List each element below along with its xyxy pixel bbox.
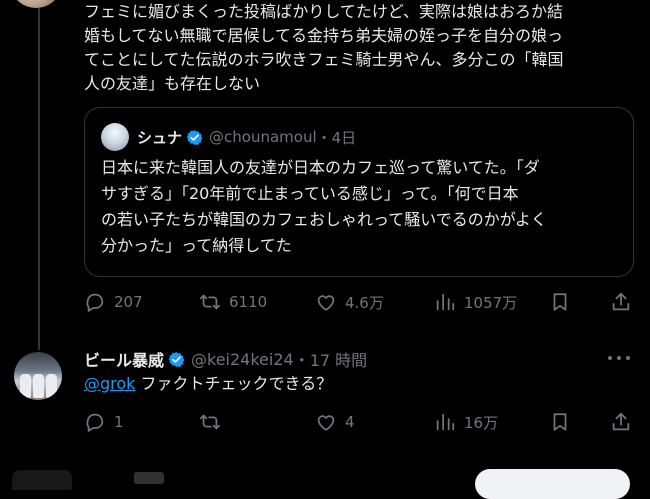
like-count: 4 [345,413,355,431]
author-avatar[interactable] [12,0,60,8]
next-post-avatar[interactable] [12,470,72,490]
reply-time[interactable]: ・17 時間 [294,347,367,371]
reply-icon [86,413,104,432]
verified-icon [186,129,203,145]
repost-button[interactable] [199,411,229,433]
like-button[interactable]: 4.6万 [315,291,384,313]
quoted-avatar[interactable] [101,123,129,151]
views-button[interactable]: 1057万 [434,291,517,313]
reply-avatar[interactable] [14,352,62,400]
bookmark-icon [553,293,567,311]
share-icon [612,412,630,431]
quoted-post[interactable]: シュナ @chounamoul ・4日 日本に来た韓国人の友達が日本のカフェ巡っ… [84,107,634,277]
reply-actions: 1 4 16万 [84,410,644,434]
bookmark-icon [553,413,567,431]
repost-button[interactable]: 6110 [199,291,267,313]
next-post-header-fragment [134,472,164,484]
more-icon[interactable] [608,356,630,362]
quoted-time[interactable]: ・4日 [317,127,357,148]
post-actions: 207 6110 4.6万 1057万 [84,290,644,314]
quoted-handle[interactable]: @chounamoul [209,128,317,146]
reply-author-name[interactable]: ビール暴威 [84,347,164,371]
post-text: フェミに媚びまくった投稿ばかりしてたけど、実際は娘はおろか結 婚もしてない無職で… [84,2,564,93]
like-icon [317,295,335,311]
quoted-author-name[interactable]: シュナ [137,127,182,148]
repost-icon [199,414,221,430]
reply-icon [86,293,104,312]
quoted-text: 日本に来た韓国人の友達が日本のカフェ巡って驚いてた。「ダ サすぎる」「20年前で… [101,158,547,255]
thread-line [38,0,40,350]
reply-text: ファクトチェックできる？ [135,374,333,393]
views-count: 16万 [464,413,499,432]
bookmark-button[interactable] [549,291,579,313]
like-button[interactable]: 4 [315,411,355,433]
share-button[interactable] [610,291,640,313]
like-count: 4.6万 [345,293,384,312]
verified-icon [168,351,185,367]
next-post-button[interactable] [475,469,630,499]
views-button[interactable]: 16万 [434,411,498,433]
reply-button[interactable]: 207 [84,291,143,313]
like-icon [317,415,335,431]
mention-link[interactable]: @grok [84,374,135,393]
reply-count: 1 [114,413,124,431]
bookmark-button[interactable] [549,411,579,433]
repost-icon [199,294,221,310]
reply-handle[interactable]: @kei24kei24 [191,350,294,369]
views-count: 1057万 [464,293,518,312]
quoted-post-header: シュナ @chounamoul ・4日 [101,123,357,151]
repost-count: 6110 [229,293,268,311]
views-icon [436,293,455,311]
reply-header: ビール暴威 @kei24kei24 ・17 時間 [84,347,367,371]
reply-button[interactable]: 1 [84,411,124,433]
reply-text-row: @grok ファクトチェックできる？ [84,372,332,396]
reply-count: 207 [114,293,143,311]
views-icon [436,413,455,431]
share-icon [612,292,630,311]
share-button[interactable] [610,411,640,433]
